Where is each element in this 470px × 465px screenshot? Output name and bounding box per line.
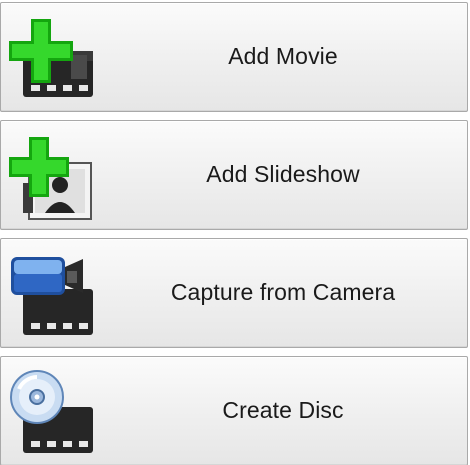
add-slideshow-label: Add Slideshow xyxy=(206,160,360,187)
create-disc-label: Create Disc xyxy=(222,396,344,423)
disc-film-icon xyxy=(9,369,99,459)
capture-from-camera-button[interactable]: Capture from Camera xyxy=(0,238,468,348)
add-movie-icon xyxy=(9,15,99,105)
camera-film-icon xyxy=(9,251,99,341)
capture-from-camera-label: Capture from Camera xyxy=(170,278,396,305)
add-slideshow-button[interactable]: Add Slideshow xyxy=(0,120,468,230)
add-movie-label: Add Movie xyxy=(228,42,338,69)
create-disc-button[interactable]: Create Disc xyxy=(0,356,468,465)
add-slideshow-icon xyxy=(9,133,99,223)
add-movie-button[interactable]: Add Movie xyxy=(0,2,468,112)
action-panel: Add Movie Add Slideshow Capture from Cam… xyxy=(0,0,470,465)
